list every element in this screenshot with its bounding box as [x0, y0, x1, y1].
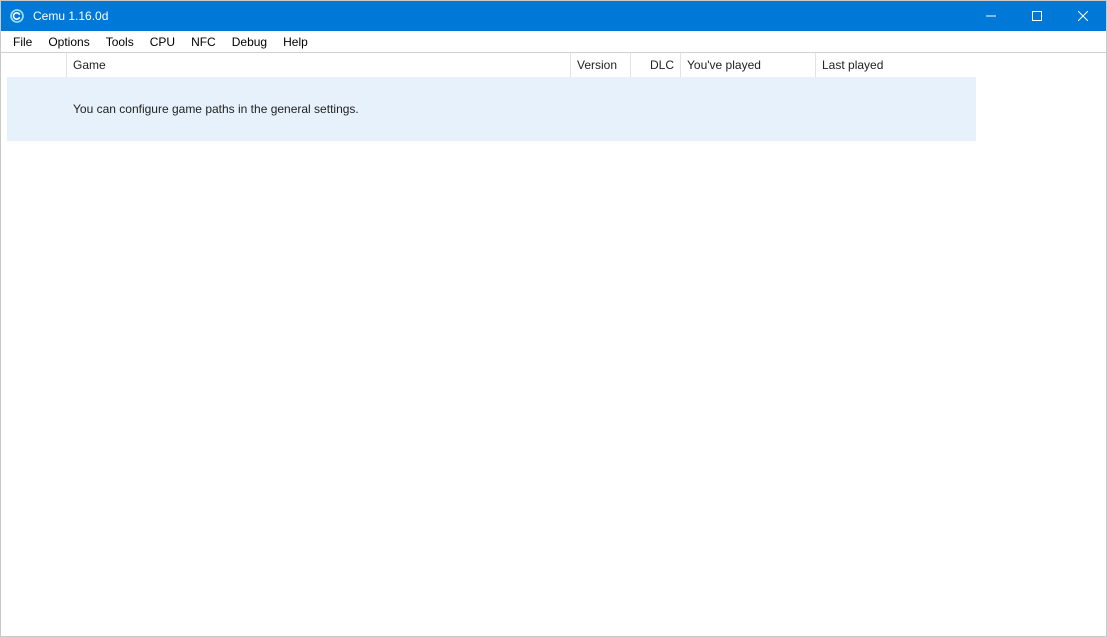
app-icon [9, 8, 25, 24]
menubar: File Options Tools CPU NFC Debug Help [1, 31, 1106, 53]
menu-tools[interactable]: Tools [98, 33, 142, 51]
column-header-played[interactable]: You've played [681, 53, 816, 77]
column-header-icon[interactable] [7, 53, 67, 77]
game-list: Game Version DLC You've played Last play… [7, 53, 976, 141]
column-header-version[interactable]: Version [571, 53, 631, 77]
window-titlebar: Cemu 1.16.0d [1, 1, 1106, 31]
column-header-last[interactable]: Last played [816, 53, 976, 77]
info-message: You can configure game paths in the gene… [73, 102, 359, 116]
info-row-played-cell [681, 77, 816, 141]
minimize-button[interactable] [968, 1, 1014, 31]
info-row-last-cell [816, 77, 976, 141]
menu-nfc[interactable]: NFC [183, 33, 224, 51]
game-list-header: Game Version DLC You've played Last play… [7, 53, 976, 77]
maximize-button[interactable] [1014, 1, 1060, 31]
menu-file[interactable]: File [5, 33, 40, 51]
window-title: Cemu 1.16.0d [33, 9, 108, 23]
menu-options[interactable]: Options [40, 33, 97, 51]
info-row: You can configure game paths in the gene… [7, 77, 976, 141]
content-area: Game Version DLC You've played Last play… [1, 53, 1106, 636]
info-row-icon-cell [7, 77, 67, 141]
info-row-dlc-cell [631, 77, 681, 141]
menu-help[interactable]: Help [275, 33, 316, 51]
info-row-version-cell [571, 77, 631, 141]
menu-cpu[interactable]: CPU [142, 33, 183, 51]
titlebar-left: Cemu 1.16.0d [1, 8, 108, 24]
window-controls [968, 1, 1106, 31]
column-header-dlc[interactable]: DLC [631, 53, 681, 77]
menu-debug[interactable]: Debug [224, 33, 275, 51]
column-header-game[interactable]: Game [67, 53, 571, 77]
close-button[interactable] [1060, 1, 1106, 31]
info-row-message-cell: You can configure game paths in the gene… [67, 77, 571, 141]
